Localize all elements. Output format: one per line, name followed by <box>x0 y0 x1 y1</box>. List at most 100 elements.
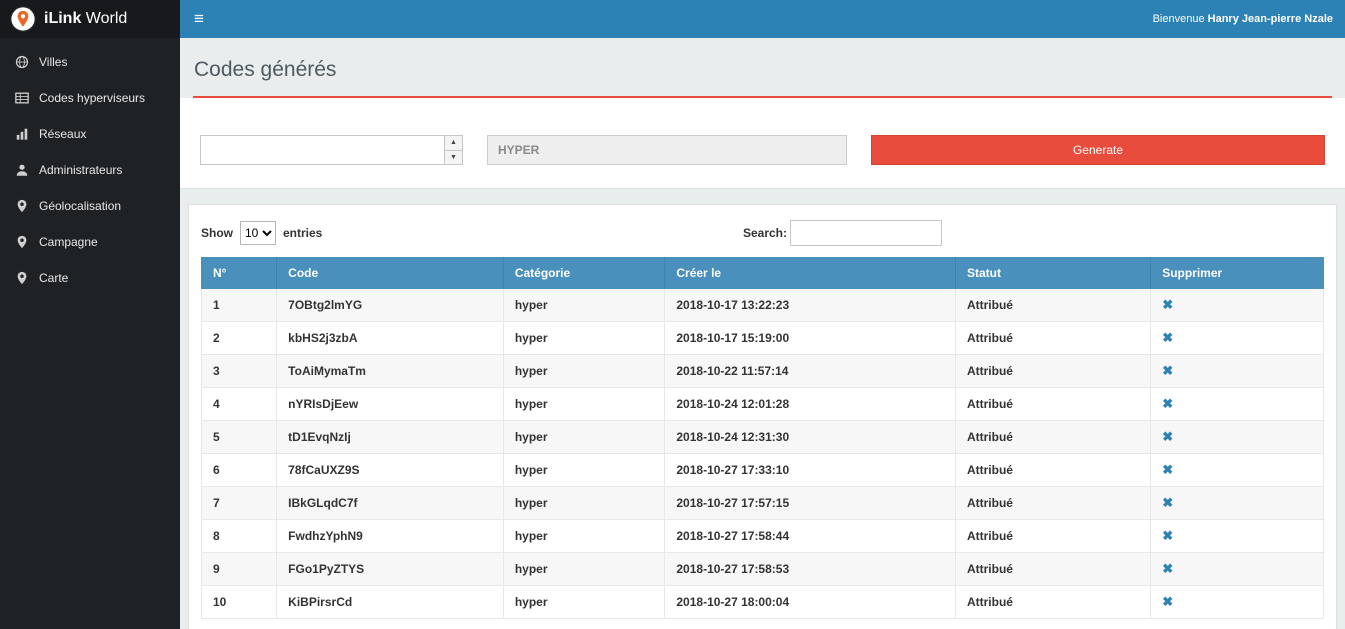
delete-icon[interactable]: ✖ <box>1162 561 1173 576</box>
code-cell: IBkGLqdC7f <box>277 487 504 520</box>
sidebar-item-campagne[interactable]: Campagne <box>0 224 180 260</box>
sidebar-item-label: Campagne <box>39 235 98 249</box>
row-number-cell: 4 <box>202 388 277 421</box>
table-row: 17OBtg2lmYGhyper2018-10-17 13:22:23Attri… <box>202 289 1324 322</box>
category-cell: hyper <box>503 355 665 388</box>
category-cell: hyper <box>503 586 665 619</box>
delete-icon[interactable]: ✖ <box>1162 462 1173 477</box>
code-cell: ToAiMymaTm <box>277 355 504 388</box>
delete-icon[interactable]: ✖ <box>1162 330 1173 345</box>
created-cell: 2018-10-27 17:58:44 <box>665 520 956 553</box>
table-row: 4nYRIsDjEewhyper2018-10-24 12:01:28Attri… <box>202 388 1324 421</box>
sidebar-item-codes-hyperviseurs[interactable]: Codes hyperviseurs <box>0 80 180 116</box>
delete-icon[interactable]: ✖ <box>1162 495 1173 510</box>
table-row: 9FGo1PyZTYShyper2018-10-27 17:58:53Attri… <box>202 553 1324 586</box>
status-cell: Attribué <box>955 454 1150 487</box>
table-row: 3ToAiMymaTmhyper2018-10-22 11:57:14Attri… <box>202 355 1324 388</box>
created-cell: 2018-10-27 17:58:53 <box>665 553 956 586</box>
brand[interactable]: iLink World <box>0 0 180 38</box>
delete-cell: ✖ <box>1151 322 1324 355</box>
created-cell: 2018-10-27 17:33:10 <box>665 454 956 487</box>
delete-cell: ✖ <box>1151 454 1324 487</box>
status-cell: Attribué <box>955 355 1150 388</box>
spinner-down-icon[interactable]: ▼ <box>445 150 462 165</box>
bar-chart-icon <box>15 127 29 141</box>
sidebar-item-reseaux[interactable]: Réseaux <box>0 116 180 152</box>
main-content: Codes générés ▲ ▼ Generate Show 10 entri… <box>180 38 1345 629</box>
delete-cell: ✖ <box>1151 553 1324 586</box>
category-cell: hyper <box>503 421 665 454</box>
code-generator-panel: ▲ ▼ Generate <box>180 98 1345 189</box>
row-number-cell: 2 <box>202 322 277 355</box>
column-header[interactable]: Code <box>277 258 504 289</box>
top-bar: iLink World ≡ Bienvenue Hanry Jean-pierr… <box>0 0 1345 38</box>
table-row: 678fCaUXZ9Shyper2018-10-27 17:33:10Attri… <box>202 454 1324 487</box>
category-input <box>487 135 847 165</box>
column-header[interactable]: Statut <box>955 258 1150 289</box>
search-control: Search: <box>743 220 942 246</box>
globe-icon <box>15 55 29 69</box>
category-cell: hyper <box>503 289 665 322</box>
entries-label: entries <box>283 226 322 240</box>
row-number-cell: 10 <box>202 586 277 619</box>
category-cell: hyper <box>503 454 665 487</box>
table-header-row: N°CodeCatégorieCréer leStatutSupprimer <box>202 258 1324 289</box>
status-cell: Attribué <box>955 520 1150 553</box>
welcome-message: Bienvenue Hanry Jean-pierre Nzale <box>1153 0 1345 38</box>
status-cell: Attribué <box>955 289 1150 322</box>
delete-cell: ✖ <box>1151 388 1324 421</box>
delete-icon[interactable]: ✖ <box>1162 429 1173 444</box>
delete-cell: ✖ <box>1151 421 1324 454</box>
category-cell: hyper <box>503 520 665 553</box>
created-cell: 2018-10-27 17:57:15 <box>665 487 956 520</box>
hamburger-menu-icon[interactable]: ≡ <box>180 0 218 38</box>
status-cell: Attribué <box>955 553 1150 586</box>
sidebar: Villes Codes hyperviseursRéseauxAdministr… <box>0 38 180 629</box>
delete-cell: ✖ <box>1151 586 1324 619</box>
code-cell: FGo1PyZTYS <box>277 553 504 586</box>
category-cell: hyper <box>503 388 665 421</box>
search-label: Search: <box>743 226 787 240</box>
delete-icon[interactable]: ✖ <box>1162 396 1173 411</box>
user-icon <box>15 163 29 177</box>
code-cell: kbHS2j3zbA <box>277 322 504 355</box>
page-length-select[interactable]: 10 <box>240 221 276 245</box>
status-cell: Attribué <box>955 388 1150 421</box>
table-row: 2kbHS2j3zbAhyper2018-10-17 15:19:00Attri… <box>202 322 1324 355</box>
number-spinner: ▲ ▼ <box>444 136 462 164</box>
generate-button[interactable]: Generate <box>871 135 1325 165</box>
map-marker-icon <box>15 235 29 249</box>
show-label: Show <box>201 226 233 240</box>
sidebar-item-carte[interactable]: Carte <box>0 260 180 296</box>
row-number-cell: 6 <box>202 454 277 487</box>
delete-icon[interactable]: ✖ <box>1162 297 1173 312</box>
delete-icon[interactable]: ✖ <box>1162 528 1173 543</box>
row-number-cell: 9 <box>202 553 277 586</box>
spinner-up-icon[interactable]: ▲ <box>445 136 462 150</box>
welcome-prefix: Bienvenue <box>1153 13 1205 25</box>
sidebar-item-administrateurs[interactable]: Administrateurs <box>0 152 180 188</box>
column-header[interactable]: Créer le <box>665 258 956 289</box>
brand-light-text: World <box>86 10 128 27</box>
app-logo-icon <box>10 6 36 32</box>
delete-icon[interactable]: ✖ <box>1162 363 1173 378</box>
code-count-input[interactable] <box>201 136 444 164</box>
table-row: 7IBkGLqdC7fhyper2018-10-27 17:57:15Attri… <box>202 487 1324 520</box>
sidebar-item-geolocalisation[interactable]: Géolocalisation <box>0 188 180 224</box>
column-header[interactable]: N° <box>202 258 277 289</box>
row-number-cell: 5 <box>202 421 277 454</box>
status-cell: Attribué <box>955 322 1150 355</box>
status-cell: Attribué <box>955 586 1150 619</box>
codes-table: N°CodeCatégorieCréer leStatutSupprimer 1… <box>201 257 1324 619</box>
column-header[interactable]: Catégorie <box>503 258 665 289</box>
table-icon <box>15 91 29 105</box>
sidebar-item-villes[interactable]: Villes <box>0 44 180 80</box>
search-input[interactable] <box>790 220 942 246</box>
column-header[interactable]: Supprimer <box>1151 258 1324 289</box>
delete-icon[interactable]: ✖ <box>1162 594 1173 609</box>
code-cell: tD1EvqNzIj <box>277 421 504 454</box>
map-marker-icon <box>15 199 29 213</box>
map-marker-icon <box>15 271 29 285</box>
sidebar-item-label: Villes <box>39 55 67 69</box>
created-cell: 2018-10-22 11:57:14 <box>665 355 956 388</box>
